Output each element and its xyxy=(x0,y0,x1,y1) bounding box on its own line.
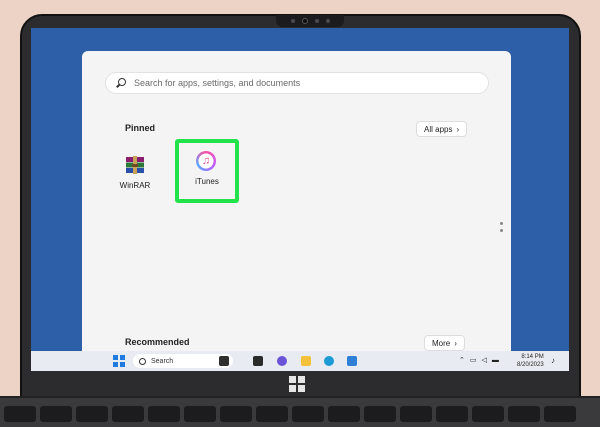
screen: Pinned All apps › WinRAR ♫ iTunes Recomm… xyxy=(31,28,569,371)
key xyxy=(184,406,216,422)
clock[interactable]: 8:14 PM 8/20/2023 xyxy=(517,353,544,369)
taskbar-search[interactable]: Search xyxy=(133,354,233,368)
key-row xyxy=(4,406,576,422)
all-apps-label: All apps xyxy=(424,124,453,134)
chat-icon[interactable] xyxy=(277,356,287,366)
pinned-app-itunes[interactable]: ♫ iTunes xyxy=(175,139,239,203)
task-view-icon[interactable] xyxy=(253,356,263,366)
search-icon xyxy=(139,357,146,365)
key xyxy=(40,406,72,422)
sensor-dot xyxy=(290,19,295,23)
key xyxy=(148,406,180,422)
key xyxy=(220,406,252,422)
more-label: More xyxy=(432,338,451,348)
page-dot xyxy=(500,222,503,225)
search-icon xyxy=(116,78,126,88)
winrar-icon xyxy=(126,156,144,174)
all-apps-button[interactable]: All apps › xyxy=(416,121,468,137)
key xyxy=(400,406,432,422)
key xyxy=(76,406,108,422)
chevron-right-icon: › xyxy=(454,338,457,348)
taskbar: Search ⌃ ▭ ◁ ▬ 8:14 PM 8/20/2023 ♪ xyxy=(31,351,569,371)
app-label: WinRAR xyxy=(119,181,151,190)
pinned-heading: Pinned xyxy=(125,123,156,133)
network-icon[interactable]: ▭ xyxy=(470,356,477,364)
windows-logo-icon xyxy=(289,376,305,392)
clock-time: 8:14 PM xyxy=(521,354,544,360)
chevron-right-icon: › xyxy=(456,124,460,134)
key xyxy=(544,406,576,422)
key xyxy=(328,406,360,422)
taskbar-search-label: Search xyxy=(151,357,174,365)
key xyxy=(256,406,288,422)
itunes-icon: ♫ xyxy=(196,151,216,171)
clock-date: 8/20/2023 xyxy=(517,362,544,368)
page-dot xyxy=(500,229,503,232)
edge-icon[interactable] xyxy=(324,356,334,366)
key xyxy=(436,406,468,422)
widgets-icon[interactable] xyxy=(219,356,229,366)
sensor-dot xyxy=(325,19,330,23)
battery-icon[interactable]: ▬ xyxy=(492,357,499,364)
key xyxy=(4,406,36,422)
pinned-app-winrar[interactable]: WinRAR xyxy=(108,151,162,201)
page-indicator[interactable] xyxy=(500,222,504,232)
camera-notch xyxy=(276,15,344,27)
chevron-up-icon[interactable]: ⌃ xyxy=(459,356,465,364)
store-icon[interactable] xyxy=(347,356,357,366)
start-icon[interactable] xyxy=(113,355,125,367)
key xyxy=(292,406,324,422)
file-explorer-icon[interactable] xyxy=(301,356,311,366)
recommended-heading: Recommended xyxy=(125,337,190,347)
start-search-box[interactable] xyxy=(105,72,489,94)
key xyxy=(112,406,144,422)
app-label: iTunes xyxy=(195,177,219,186)
key xyxy=(364,406,396,422)
start-search-input[interactable] xyxy=(134,78,474,88)
volume-icon[interactable]: ◁ xyxy=(482,356,487,364)
system-tray[interactable]: ⌃ ▭ ◁ ▬ xyxy=(459,356,499,365)
start-menu: Pinned All apps › WinRAR ♫ iTunes Recomm… xyxy=(82,51,511,351)
key xyxy=(508,406,540,422)
keyboard xyxy=(0,396,600,427)
key xyxy=(472,406,504,422)
more-button[interactable]: More › xyxy=(424,335,465,351)
camera-lens xyxy=(301,18,308,24)
notification-icon[interactable]: ♪ xyxy=(551,356,555,365)
sensor-dot xyxy=(314,19,319,23)
